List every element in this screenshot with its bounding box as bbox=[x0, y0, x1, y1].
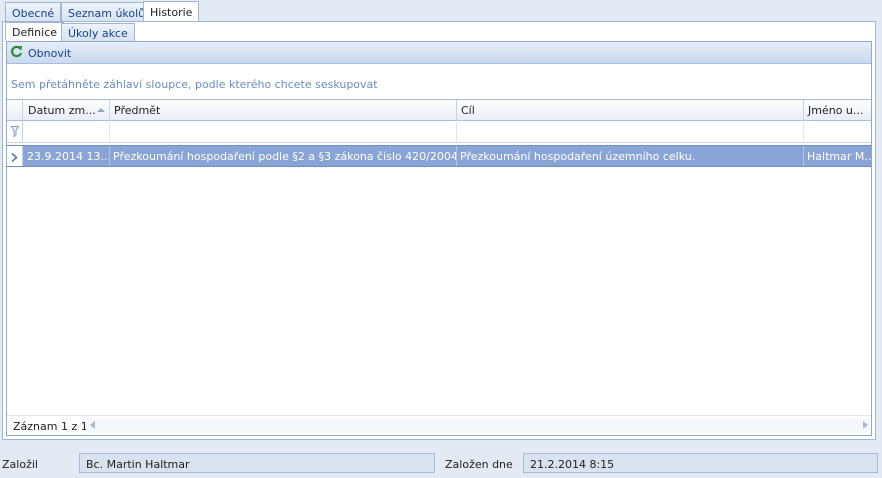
column-header-cil[interactable]: Cíl bbox=[457, 100, 804, 121]
toolbar: Obnovit bbox=[7, 42, 871, 64]
sort-ascending-icon bbox=[97, 108, 105, 112]
record-count: Záznam 1 z 1 bbox=[13, 420, 88, 433]
grid-footer: Záznam 1 z 1 bbox=[7, 415, 871, 435]
column-header-predmet[interactable]: Předmět bbox=[110, 100, 457, 121]
table-cell[interactable]: Přezkoumání hospodaření územního celku. bbox=[457, 146, 804, 166]
filter-cell-jmeno[interactable] bbox=[804, 121, 871, 142]
zalozil-field[interactable]: Bc. Martin Haltmar bbox=[79, 453, 435, 473]
scroll-right-icon[interactable] bbox=[863, 421, 868, 429]
zalozil-label: Založil bbox=[2, 458, 38, 471]
tab-obecne[interactable]: Obecné bbox=[5, 2, 62, 22]
refresh-label: Obnovit bbox=[28, 46, 72, 60]
zalozen-dne-field[interactable]: 21.2.2014 8:15 bbox=[523, 453, 878, 473]
filter-indicator bbox=[7, 121, 23, 142]
column-header-jmeno[interactable]: Jméno u... bbox=[804, 100, 871, 121]
filter-cell-datum[interactable] bbox=[24, 121, 110, 142]
zalozen-dne-label: Založen dne bbox=[445, 458, 513, 471]
column-header-datum[interactable]: Datum zm... bbox=[24, 100, 110, 121]
filter-row bbox=[7, 121, 871, 143]
tab-ukoly-akce[interactable]: Úkoly akce bbox=[61, 23, 135, 41]
filter-cell-cil[interactable] bbox=[457, 121, 804, 142]
header-indicator bbox=[7, 100, 23, 120]
group-hint-text: Sem přetáhněte záhlaví sloupce, podle kt… bbox=[11, 78, 378, 91]
refresh-icon bbox=[10, 45, 28, 61]
filter-icon bbox=[10, 126, 20, 140]
tab-definice[interactable]: Definice bbox=[5, 22, 65, 41]
history-grid: Datum zm... Předmět Cíl Jméno u... 23.9.… bbox=[7, 99, 871, 415]
filter-cell-predmet[interactable] bbox=[110, 121, 457, 142]
column-header-label: Předmět bbox=[114, 104, 161, 117]
table-cell[interactable]: Haltmar M... bbox=[804, 146, 871, 166]
scroll-left-icon[interactable] bbox=[90, 421, 95, 429]
tab-seznam-ukolu[interactable]: Seznam úkolů bbox=[61, 2, 153, 22]
table-row[interactable]: 23.9.2014 13... Přezkoumání hospodaření … bbox=[7, 145, 871, 167]
horizontal-scrollbar[interactable] bbox=[86, 419, 870, 433]
column-header-label: Jméno u... bbox=[808, 104, 864, 117]
historie-panel: Definice Úkoly akce Obnovit Sem přetáhně… bbox=[2, 21, 876, 440]
tab-historie[interactable]: Historie bbox=[143, 1, 200, 23]
refresh-button[interactable]: Obnovit bbox=[10, 45, 71, 61]
row-indicator[interactable] bbox=[7, 146, 23, 166]
chevron-right-icon bbox=[11, 152, 18, 165]
group-by-area[interactable]: Sem přetáhněte záhlaví sloupce, podle kt… bbox=[7, 65, 871, 99]
table-cell[interactable]: Přezkoumání hospodaření podle §2 a §3 zá… bbox=[110, 146, 457, 166]
column-header-label: Datum zm... bbox=[28, 104, 96, 117]
table-cell[interactable]: 23.9.2014 13... bbox=[24, 146, 110, 166]
history-grid-panel: Obnovit Sem přetáhněte záhlaví sloupce, … bbox=[6, 41, 872, 436]
column-header-label: Cíl bbox=[461, 104, 475, 117]
grid-header-row: Datum zm... Předmět Cíl Jméno u... bbox=[7, 99, 871, 121]
